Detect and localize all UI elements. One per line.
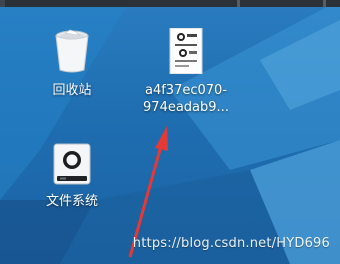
- desktop: 回收站 a4f37ec070- 974eadab9... 文件系统 https:…: [0, 0, 340, 264]
- watermark-text: https://blog.csdn.net/HYD696: [132, 236, 330, 251]
- annotation-arrow: [128, 126, 168, 258]
